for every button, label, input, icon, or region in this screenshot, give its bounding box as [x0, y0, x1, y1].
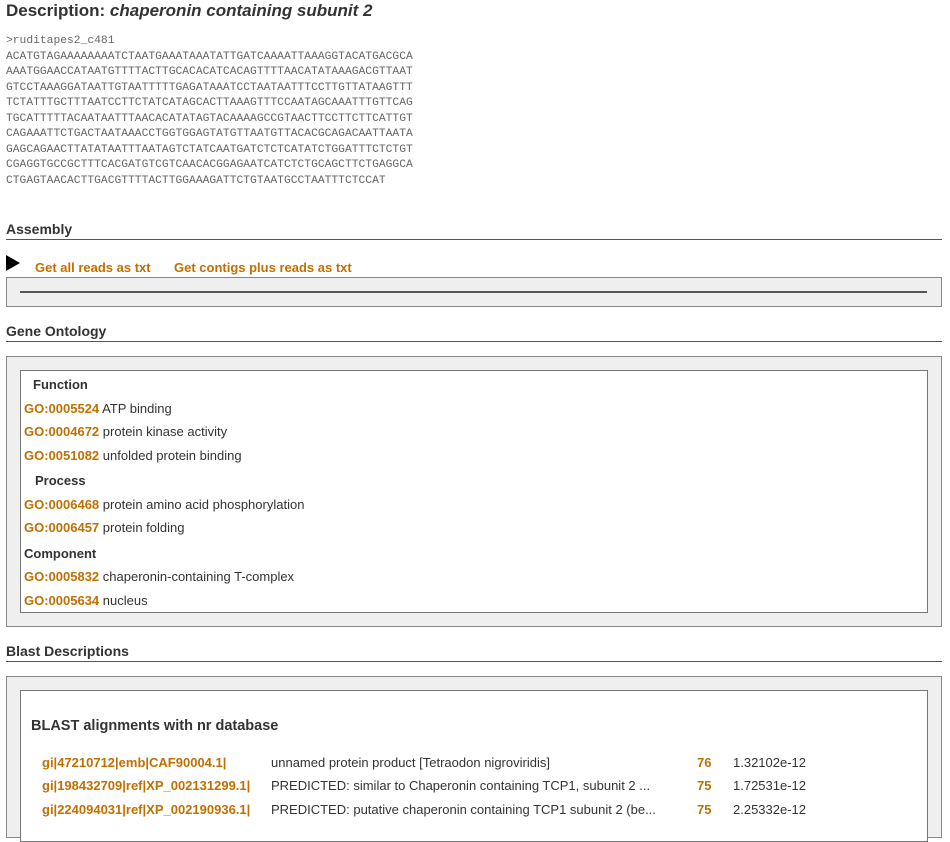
description-label: Description:: [6, 1, 106, 20]
sequence-line: TCTATTTGCTTTAATCCTTCTATCATAGCACTTAAAGTTT…: [6, 97, 413, 109]
go-term-row: GO:0005524 ATP binding: [24, 401, 172, 416]
go-term-row: GO:0006457 protein folding: [24, 520, 184, 535]
blast-hit-evalue: 1.32102e-12: [733, 755, 807, 770]
go-term-label: protein kinase activity: [102, 424, 228, 439]
table-row: gi|224094031|ref|XP_002190936.1| PREDICT…: [21, 802, 921, 822]
go-id-link[interactable]: GO:0006468: [24, 497, 99, 512]
section-divider: [6, 661, 942, 662]
section-divider: [6, 239, 942, 240]
gene-ontology-panel: Function GO:0005524 ATP binding GO:00046…: [6, 356, 942, 627]
go-category-function: Function: [33, 377, 88, 392]
get-contigs-reads-link[interactable]: Get contigs plus reads as txt: [174, 260, 352, 275]
table-row: gi|198432709|ref|XP_002131299.1| PREDICT…: [21, 778, 921, 798]
blast-heading: Blast Descriptions: [6, 643, 129, 659]
go-id-link[interactable]: GO:0051082: [24, 448, 99, 463]
page-title: Description: chaperonin containing subun…: [6, 1, 372, 21]
gene-ontology-heading: Gene Ontology: [6, 323, 107, 339]
blast-hit-score[interactable]: 76: [697, 755, 711, 770]
sequence-line: CTGAGTAACACTTGACGTTTTACTTGGAAAGATTCTGTAA…: [6, 174, 386, 187]
blast-hit-description: PREDICTED: similar to Chaperonin contain…: [271, 778, 651, 793]
sequence-block: >ruditapes2_c481 ACATGTAGAAAAAAAATCTAATG…: [6, 34, 413, 189]
go-term-row: GO:0005634 nucleus: [24, 593, 148, 608]
go-term-row: GO:0005832 chaperonin-containing T-compl…: [24, 569, 294, 584]
go-term-label: nucleus: [102, 593, 148, 608]
sequence-line: GAGCAGAACTTATATAATTTAATAGTCTATCAATGATCTC…: [6, 143, 413, 156]
blast-list: BLAST alignments with nr database gi|472…: [20, 690, 928, 842]
blast-hit-description: unnamed protein product [Tetraodon nigro…: [271, 755, 550, 770]
description-name: chaperonin containing subunit 2: [109, 1, 373, 20]
sequence-line: TGCATTTTTACAATAATTTAACACATATAGTACAAAAGCC…: [6, 112, 413, 125]
blast-hit-score[interactable]: 75: [697, 778, 711, 793]
sequence-header: >ruditapes2_c481: [6, 35, 115, 47]
blast-hit-evalue: 2.25332e-12: [733, 802, 807, 817]
go-term-label: unfolded protein binding: [102, 448, 242, 463]
blast-subtitle: BLAST alignments with nr database: [31, 718, 279, 734]
go-id-link[interactable]: GO:0005634: [24, 593, 99, 608]
assembly-heading: Assembly: [6, 221, 73, 237]
go-id-link[interactable]: GO:0006457: [24, 520, 99, 535]
go-category-process: Process: [35, 473, 86, 488]
play-triangle-icon[interactable]: [6, 255, 20, 271]
sequence-line: AAATGGAACCATAATGTTTTACTTGCACACATCACAGTTT…: [6, 66, 413, 78]
go-id-link[interactable]: GO:0005524: [24, 401, 99, 416]
go-term-label: protein amino acid phosphorylation: [102, 497, 305, 512]
blast-hit-link[interactable]: gi|47210712|emb|CAF90004.1|: [42, 755, 226, 770]
go-category-component: Component: [24, 546, 97, 561]
gene-ontology-list: Function GO:0005524 ATP binding GO:00046…: [20, 370, 928, 613]
go-term-row: GO:0004672 protein kinase activity: [24, 424, 227, 439]
go-term-label: protein folding: [102, 520, 185, 535]
go-term-label: chaperonin-containing T-complex: [102, 569, 295, 584]
go-term-label: ATP binding: [102, 401, 172, 416]
blast-hit-score[interactable]: 75: [697, 802, 711, 817]
sequence-line: GTCCTAAAGGATAATTGTAATTTTTGAGATAAATCCTAAT…: [6, 81, 413, 94]
sequence-line: CGAGGTGCCGCTTTCACGATGTCGTCAACACGGAGAATCA…: [6, 159, 413, 171]
go-id-link[interactable]: GO:0005832: [24, 569, 99, 584]
sequence-line: ACATGTAGAAAAAAAATCTAATGAAATAAATATTGATCAA…: [6, 50, 413, 63]
blast-hit-evalue: 1.72531e-12: [733, 778, 807, 793]
blast-hit-description: PREDICTED: putative chaperonin containin…: [271, 802, 656, 817]
assembly-panel: [6, 277, 942, 307]
sequence-line: CAGAAATTCTGACTAATAAACCTGGTGGAGTATGTTAATG…: [6, 128, 413, 140]
blast-hit-link[interactable]: gi|224094031|ref|XP_002190936.1|: [42, 802, 250, 817]
get-all-reads-link[interactable]: Get all reads as txt: [35, 260, 151, 275]
assembly-track-line: [20, 291, 927, 293]
blast-panel: BLAST alignments with nr database gi|472…: [6, 676, 942, 842]
go-term-row: GO:0006468 protein amino acid phosphoryl…: [24, 497, 304, 512]
go-id-link[interactable]: GO:0004672: [24, 424, 99, 439]
go-term-row: GO:0051082 unfolded protein binding: [24, 448, 242, 463]
blast-hit-link[interactable]: gi|198432709|ref|XP_002131299.1|: [42, 778, 250, 793]
table-row: gi|47210712|emb|CAF90004.1| unnamed prot…: [21, 755, 921, 775]
section-divider: [6, 341, 942, 342]
